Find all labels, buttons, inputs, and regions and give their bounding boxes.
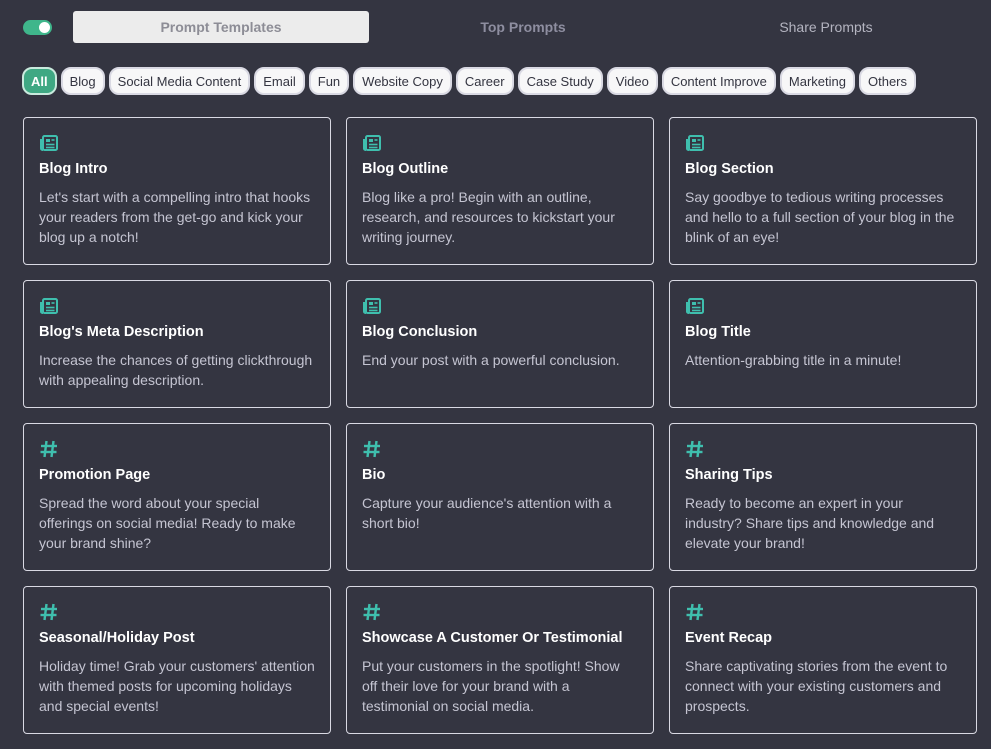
hashtag-icon xyxy=(363,603,380,621)
template-grid: Blog Intro Let's start with a compelling… xyxy=(23,117,977,749)
tab-prompt-templates[interactable]: Prompt Templates xyxy=(73,11,369,43)
card-description: Holiday time! Grab your customers' atten… xyxy=(39,658,315,714)
template-card-sharing-tips[interactable]: Sharing Tips Ready to become an expert i… xyxy=(669,423,977,571)
newspaper-icon xyxy=(40,135,58,151)
template-card-blog-meta-description[interactable]: Blog's Meta Description Increase the cha… xyxy=(23,280,331,408)
filter-chip-all[interactable]: All xyxy=(22,67,57,95)
newspaper-icon xyxy=(363,135,381,151)
card-description: End your post with a powerful conclusion… xyxy=(362,352,620,368)
filter-chip-marketing[interactable]: Marketing xyxy=(779,67,855,95)
filter-chip-email[interactable]: Email xyxy=(254,67,305,95)
template-card-blog-outline[interactable]: Blog Outline Blog like a pro! Begin with… xyxy=(346,117,654,265)
template-card-blog-intro[interactable]: Blog Intro Let's start with a compelling… xyxy=(23,117,331,265)
filter-chip-social-media-content[interactable]: Social Media Content xyxy=(108,67,251,95)
enable-toggle[interactable] xyxy=(23,20,52,35)
template-card-blog-conclusion[interactable]: Blog Conclusion End your post with a pow… xyxy=(346,280,654,408)
card-description: Spread the word about your special offer… xyxy=(39,495,296,551)
template-card-bio[interactable]: Bio Capture your audience's attention wi… xyxy=(346,423,654,571)
toggle-knob xyxy=(39,22,50,33)
filter-chip-others[interactable]: Others xyxy=(859,67,917,95)
card-title: Blog's Meta Description xyxy=(39,324,204,340)
template-card-promotion-page[interactable]: Promotion Page Spread the word about you… xyxy=(23,423,331,571)
newspaper-icon xyxy=(40,298,58,314)
template-card-blog-section[interactable]: Blog Section Say goodbye to tedious writ… xyxy=(669,117,977,265)
category-filter-bar: All Blog Social Media Content Email Fun … xyxy=(22,67,917,97)
card-title: Seasonal/Holiday Post xyxy=(39,630,195,646)
filter-chip-fun[interactable]: Fun xyxy=(308,67,350,95)
template-card-event-recap[interactable]: Event Recap Share captivating stories fr… xyxy=(669,586,977,734)
card-description: Let's start with a compelling intro that… xyxy=(39,189,311,245)
card-title: Blog Title xyxy=(685,324,751,340)
card-title: Blog Section xyxy=(685,161,774,177)
card-description: Capture your audience's attention with a… xyxy=(362,495,612,531)
template-card-showcase-customer-testimonial[interactable]: Showcase A Customer Or Testimonial Put y… xyxy=(346,586,654,734)
card-title: Promotion Page xyxy=(39,467,151,483)
filter-chip-case-study[interactable]: Case Study xyxy=(517,67,603,95)
card-title: Event Recap xyxy=(685,630,773,646)
card-description: Blog like a pro! Begin with an outline, … xyxy=(362,189,615,245)
filter-chip-website-copy[interactable]: Website Copy xyxy=(353,67,452,95)
card-description: Ready to become an expert in your indust… xyxy=(685,495,935,551)
card-description: Increase the chances of getting clickthr… xyxy=(39,352,313,388)
template-card-blog-title[interactable]: Blog Title Attention-grabbing title in a… xyxy=(669,280,977,408)
card-title: Showcase A Customer Or Testimonial xyxy=(362,630,623,646)
newspaper-icon xyxy=(686,135,704,151)
newspaper-icon xyxy=(363,298,381,314)
card-title: Blog Outline xyxy=(362,161,449,177)
hashtag-icon xyxy=(40,603,57,621)
card-description: Attention-grabbing title in a minute! xyxy=(685,352,902,368)
card-title: Bio xyxy=(362,467,386,483)
card-title: Sharing Tips xyxy=(685,467,773,483)
hashtag-icon xyxy=(40,440,57,458)
newspaper-icon xyxy=(686,298,704,314)
filter-chip-blog[interactable]: Blog xyxy=(60,67,105,95)
card-description: Say goodbye to tedious writing processes… xyxy=(685,189,955,245)
card-description: Share captivating stories from the event… xyxy=(685,658,948,714)
card-title: Blog Conclusion xyxy=(362,324,478,340)
tab-share-prompts[interactable]: Share Prompts xyxy=(678,11,974,43)
filter-chip-career[interactable]: Career xyxy=(455,67,514,95)
card-description: Put your customers in the spotlight! Sho… xyxy=(362,658,620,714)
top-bar: Prompt Templates Top Prompts Share Promp… xyxy=(0,0,991,56)
filter-chip-content-improve[interactable]: Content Improve xyxy=(661,67,776,95)
tab-top-prompts[interactable]: Top Prompts xyxy=(375,11,671,43)
card-title: Blog Intro xyxy=(39,161,108,177)
hashtag-icon xyxy=(686,440,703,458)
filter-chip-video[interactable]: Video xyxy=(606,67,658,95)
hashtag-icon xyxy=(686,603,703,621)
hashtag-icon xyxy=(363,440,380,458)
template-card-seasonal-holiday-post[interactable]: Seasonal/Holiday Post Holiday time! Grab… xyxy=(23,586,331,734)
